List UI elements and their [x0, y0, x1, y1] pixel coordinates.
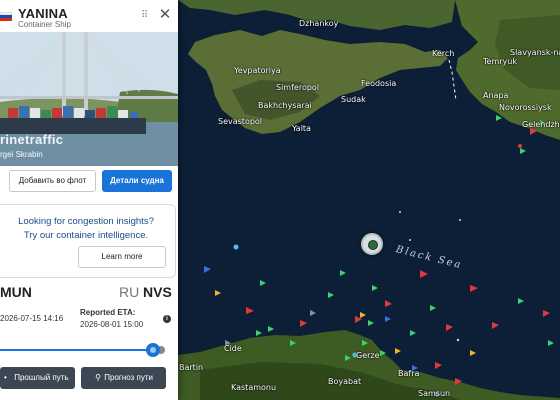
destination-port[interactable]: NVS	[143, 284, 172, 300]
place-label: Slavyansk-na-Kubani	[510, 48, 560, 57]
place-label: Boyabat	[328, 377, 362, 386]
selected-vessel-marker[interactable]	[361, 233, 383, 255]
place-label: Dzhankoy	[299, 19, 339, 28]
photo-watermark: rinetraffic	[0, 132, 64, 147]
place-label: Cide	[224, 344, 242, 353]
departure-time: 2026-07-15 14:16	[0, 314, 64, 323]
dot-icon: •	[4, 373, 7, 382]
panel-header: YANINA Container Ship ⠿ ✕	[0, 0, 178, 32]
vessel-position-knob	[146, 343, 160, 357]
insight-text: Looking for congestion insights? Try our…	[4, 215, 168, 243]
place-label: Bartin	[179, 363, 204, 372]
close-icon[interactable]: ✕	[158, 7, 172, 22]
insight-line-2: Try our container intelligence.	[23, 230, 149, 241]
place-label: Gerze	[356, 351, 380, 360]
insight-card: Looking for congestion insights? Try our…	[0, 204, 176, 278]
past-track-button[interactable]: • Прошлый путь	[0, 367, 75, 389]
destination-country: RU	[119, 284, 140, 300]
place-label: Sudak	[341, 95, 366, 104]
vessel-panel: YANINA Container Ship ⠿ ✕ rinetraffic rg…	[0, 0, 178, 400]
place-label: Simferopol	[276, 83, 320, 92]
insight-line-1: Looking for congestion insights?	[18, 216, 154, 227]
learn-more-button[interactable]: Learn more	[78, 246, 166, 268]
info-icon[interactable]: i	[163, 315, 171, 323]
place-label: Anapa	[483, 91, 509, 100]
voyage-progress-fill	[0, 349, 147, 351]
place-label: Yevpatoriya	[234, 66, 281, 75]
forecast-track-button[interactable]: ⚲ Прогноз пути	[81, 367, 166, 389]
voyage-progress-track	[0, 349, 158, 351]
place-label: Sevastopol	[218, 117, 263, 126]
forecast-track-label: Прогноз пути	[104, 373, 153, 382]
place-label: Temryuk	[483, 57, 517, 66]
russia-flag-icon	[0, 12, 12, 21]
photo-credit: rgei Skrabin	[0, 150, 43, 159]
place-label: Bafra	[398, 369, 420, 378]
place-label: Novorossiysk	[499, 103, 552, 112]
eta-time: 2026-08-01 15:00	[80, 320, 144, 329]
place-label: Feodosia	[361, 79, 397, 88]
vessel-type: Container Ship	[18, 20, 71, 29]
pin-icon: ⚲	[95, 373, 101, 382]
action-row: Добавить во флот Детали судна	[0, 166, 178, 196]
place-label: Gelendzhik	[522, 120, 560, 129]
track-nav-row: • Прошлый путь ⚲ Прогноз пути	[0, 367, 178, 391]
place-label: Kerch	[432, 49, 455, 58]
place-label: Bakhchysarai	[258, 101, 312, 110]
place-label: Kastamonu	[231, 383, 277, 392]
vessel-photo[interactable]: rinetraffic rgei Skrabin	[0, 32, 178, 166]
eta-label: Reported ETA:	[80, 308, 136, 317]
drag-handle-icon[interactable]: ⠿	[141, 10, 149, 22]
place-label: Yalta	[292, 124, 311, 133]
vessel-name: YANINA	[18, 6, 68, 21]
vessel-details-button[interactable]: Детали судна	[102, 170, 172, 192]
place-label: Samsun	[418, 389, 451, 398]
origin-port[interactable]: MUN	[0, 284, 32, 300]
add-to-fleet-button[interactable]: Добавить во флот	[9, 170, 96, 192]
past-track-label: Прошлый путь	[14, 373, 69, 382]
